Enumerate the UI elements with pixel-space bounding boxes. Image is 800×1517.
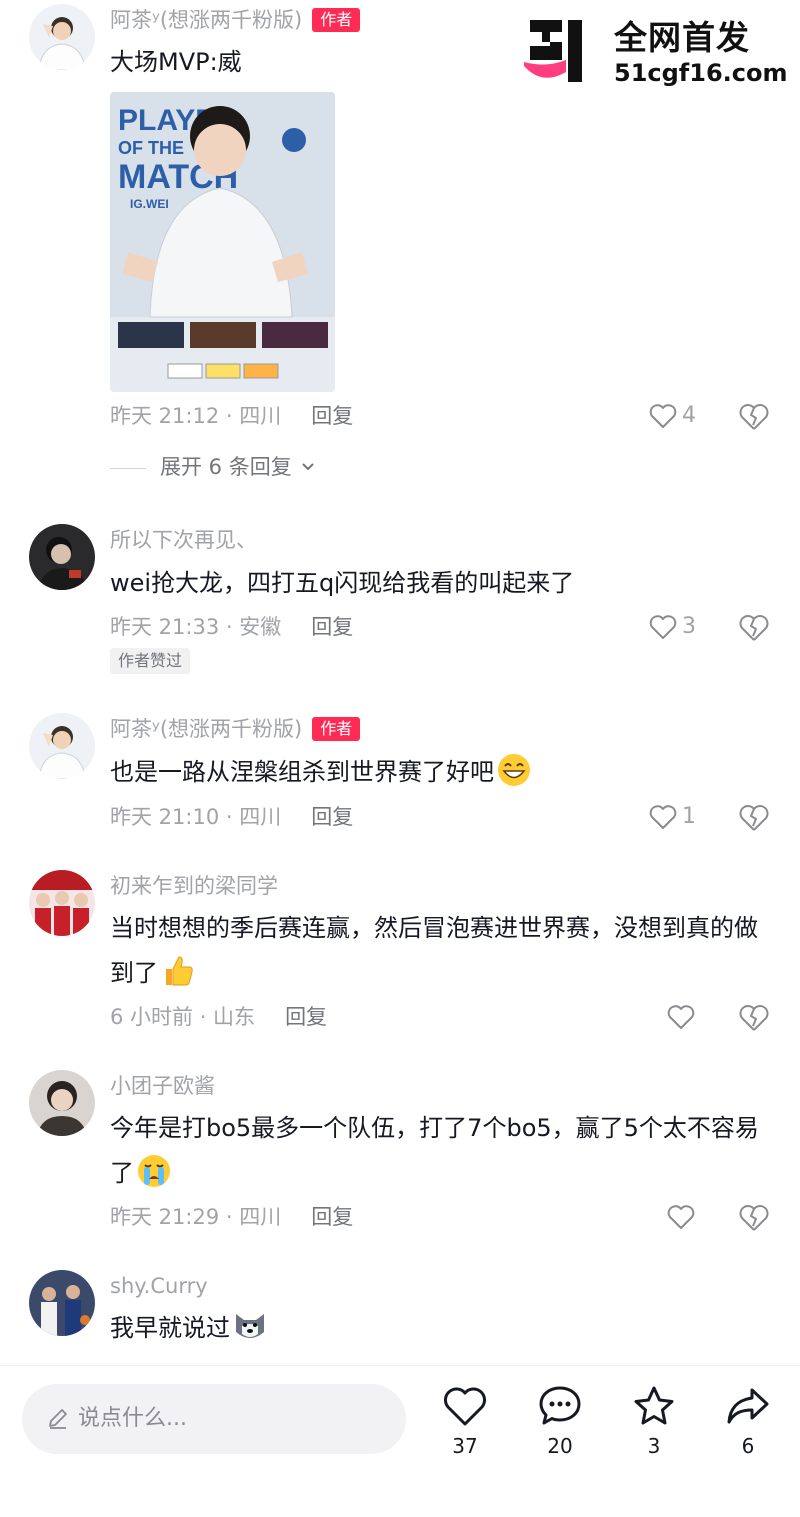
comment-text-content: 也是一路从涅槃组杀到世界赛了好吧 bbox=[110, 758, 494, 786]
comment-meta: 昨天 21:10 · 四川 回复 bbox=[110, 803, 353, 831]
comment-input-placeholder[interactable]: 说点什么... bbox=[78, 1403, 187, 1435]
time-location: 昨天 21:10 · 四川 bbox=[110, 805, 282, 829]
username[interactable]: 阿茶ʸ(想涨两千粉版) 作者 bbox=[110, 715, 361, 743]
thumbs-up-emoji-icon bbox=[166, 956, 193, 986]
username[interactable]: 阿茶ʸ(想涨两千粉版) 作者 bbox=[110, 6, 361, 34]
broken-heart-icon[interactable] bbox=[738, 612, 770, 644]
heart-icon bbox=[667, 1205, 695, 1229]
avatar[interactable] bbox=[29, 870, 95, 936]
avatar[interactable] bbox=[29, 1070, 95, 1136]
comment-input[interactable]: 说点什么... bbox=[22, 1384, 406, 1454]
author-badge: 作者 bbox=[312, 717, 361, 741]
comment-text-content: 当时想想的季后赛连赢，然后冒泡赛进世界赛，没想到真的做到了 bbox=[110, 914, 758, 987]
like-total: 37 bbox=[452, 1434, 478, 1458]
post-image[interactable]: PLAYER OF THE MATCH IG.WEI bbox=[110, 92, 335, 392]
comment-text: 今年是打bo5最多一个队伍，打了7个bo5，赢了5个太不容易了 bbox=[110, 1106, 775, 1196]
username[interactable]: 初来乍到的梁同学 bbox=[110, 872, 278, 900]
svg-text:IG.WEI: IG.WEI bbox=[130, 197, 169, 211]
comment-total: 20 bbox=[547, 1434, 573, 1458]
username-text[interactable]: 所以下次再见、 bbox=[110, 528, 257, 552]
username-text[interactable]: 阿茶ʸ(想涨两千粉版) bbox=[110, 8, 302, 32]
username-text[interactable]: 小团子欧酱 bbox=[110, 1074, 215, 1098]
heart-icon bbox=[667, 1005, 695, 1029]
heart-icon bbox=[444, 1387, 486, 1426]
comment-meta: 昨天 21:12 · 四川 回复 bbox=[110, 402, 353, 430]
username[interactable]: shy.Curry bbox=[110, 1272, 208, 1300]
avatar[interactable] bbox=[29, 4, 95, 70]
comment-text: 大场MVP:威 bbox=[110, 48, 242, 76]
comment-bubble-icon bbox=[539, 1386, 581, 1425]
author-liked-tag: 作者赞过 bbox=[110, 648, 191, 674]
comment-text: 我早就说过 bbox=[110, 1306, 775, 1351]
avatar[interactable] bbox=[29, 524, 95, 590]
comment-meta: 昨天 21:33 · 安徽 回复 bbox=[110, 613, 353, 641]
broken-heart-icon[interactable] bbox=[738, 802, 770, 834]
heart-icon bbox=[649, 404, 677, 428]
like-count: 1 bbox=[682, 804, 696, 829]
reply-button[interactable]: 回复 bbox=[311, 805, 353, 829]
broken-heart-icon[interactable] bbox=[738, 1002, 770, 1034]
grin-emoji-icon bbox=[498, 754, 530, 786]
comment-text-content: 今年是打bo5最多一个队伍，打了7个bo5，赢了5个太不容易了 bbox=[110, 1114, 759, 1187]
time-location: 6 小时前 · 山东 bbox=[110, 1005, 256, 1029]
share-action[interactable]: 6 bbox=[718, 1384, 778, 1464]
avatar[interactable] bbox=[29, 713, 95, 779]
comment-text-content: 我早就说过 bbox=[110, 1314, 230, 1342]
favorite-action[interactable]: 3 bbox=[624, 1384, 684, 1464]
svg-text:OF THE: OF THE bbox=[118, 138, 184, 158]
time-location: 昨天 21:29 · 四川 bbox=[110, 1205, 282, 1229]
comment-meta: 6 小时前 · 山东 回复 bbox=[110, 1003, 327, 1031]
comment-text: 也是一路从涅槃组杀到世界赛了好吧 bbox=[110, 750, 775, 795]
author-badge: 作者 bbox=[312, 8, 361, 32]
husky-emoji-icon bbox=[236, 1314, 264, 1338]
reply-button[interactable]: 回复 bbox=[285, 1005, 327, 1029]
comment-meta: 昨天 21:29 · 四川 回复 bbox=[110, 1203, 353, 1231]
username-text[interactable]: 阿茶ʸ(想涨两千粉版) bbox=[110, 717, 302, 741]
time-location: 昨天 21:12 · 四川 bbox=[110, 404, 282, 428]
username[interactable]: 所以下次再见、 bbox=[110, 526, 257, 554]
share-total: 6 bbox=[741, 1434, 755, 1458]
comment-action[interactable]: 20 bbox=[530, 1384, 590, 1464]
time-location: 昨天 21:33 · 安徽 bbox=[110, 615, 282, 639]
reply-button[interactable]: 回复 bbox=[311, 615, 353, 639]
chevron-down-icon bbox=[302, 463, 315, 471]
expand-replies-button[interactable]: 展开 6 条回复 bbox=[110, 452, 316, 482]
star-icon bbox=[634, 1386, 674, 1425]
username-text[interactable]: 初来乍到的梁同学 bbox=[110, 874, 278, 898]
reply-button[interactable]: 回复 bbox=[311, 1205, 353, 1229]
like-action[interactable]: 37 bbox=[435, 1384, 495, 1464]
broken-heart-icon[interactable] bbox=[738, 401, 770, 433]
like-count: 4 bbox=[682, 403, 696, 428]
username[interactable]: 小团子欧酱 bbox=[110, 1072, 215, 1100]
favorite-total: 3 bbox=[647, 1434, 661, 1458]
username-text[interactable]: shy.Curry bbox=[110, 1274, 208, 1298]
crying-emoji-icon bbox=[138, 1155, 170, 1187]
bottom-action-bar: 说点什么... 37 20 3 6 bbox=[0, 1365, 800, 1517]
avatar[interactable] bbox=[29, 1270, 95, 1336]
comment-text: 当时想想的季后赛连赢，然后冒泡赛进世界赛，没想到真的做到了 bbox=[110, 906, 775, 996]
broken-heart-icon[interactable] bbox=[738, 1202, 770, 1234]
comment-text: wei抢大龙，四打五q闪现给我看的叫起来了 bbox=[110, 569, 575, 597]
like-count: 3 bbox=[682, 614, 696, 639]
expand-replies-label[interactable]: 展开 6 条回复 bbox=[160, 455, 292, 479]
divider-line bbox=[110, 467, 146, 469]
reply-button[interactable]: 回复 bbox=[311, 404, 353, 428]
pencil-icon bbox=[49, 1409, 67, 1429]
heart-icon bbox=[649, 805, 677, 829]
share-arrow-icon bbox=[727, 1388, 769, 1424]
heart-icon bbox=[649, 615, 677, 639]
